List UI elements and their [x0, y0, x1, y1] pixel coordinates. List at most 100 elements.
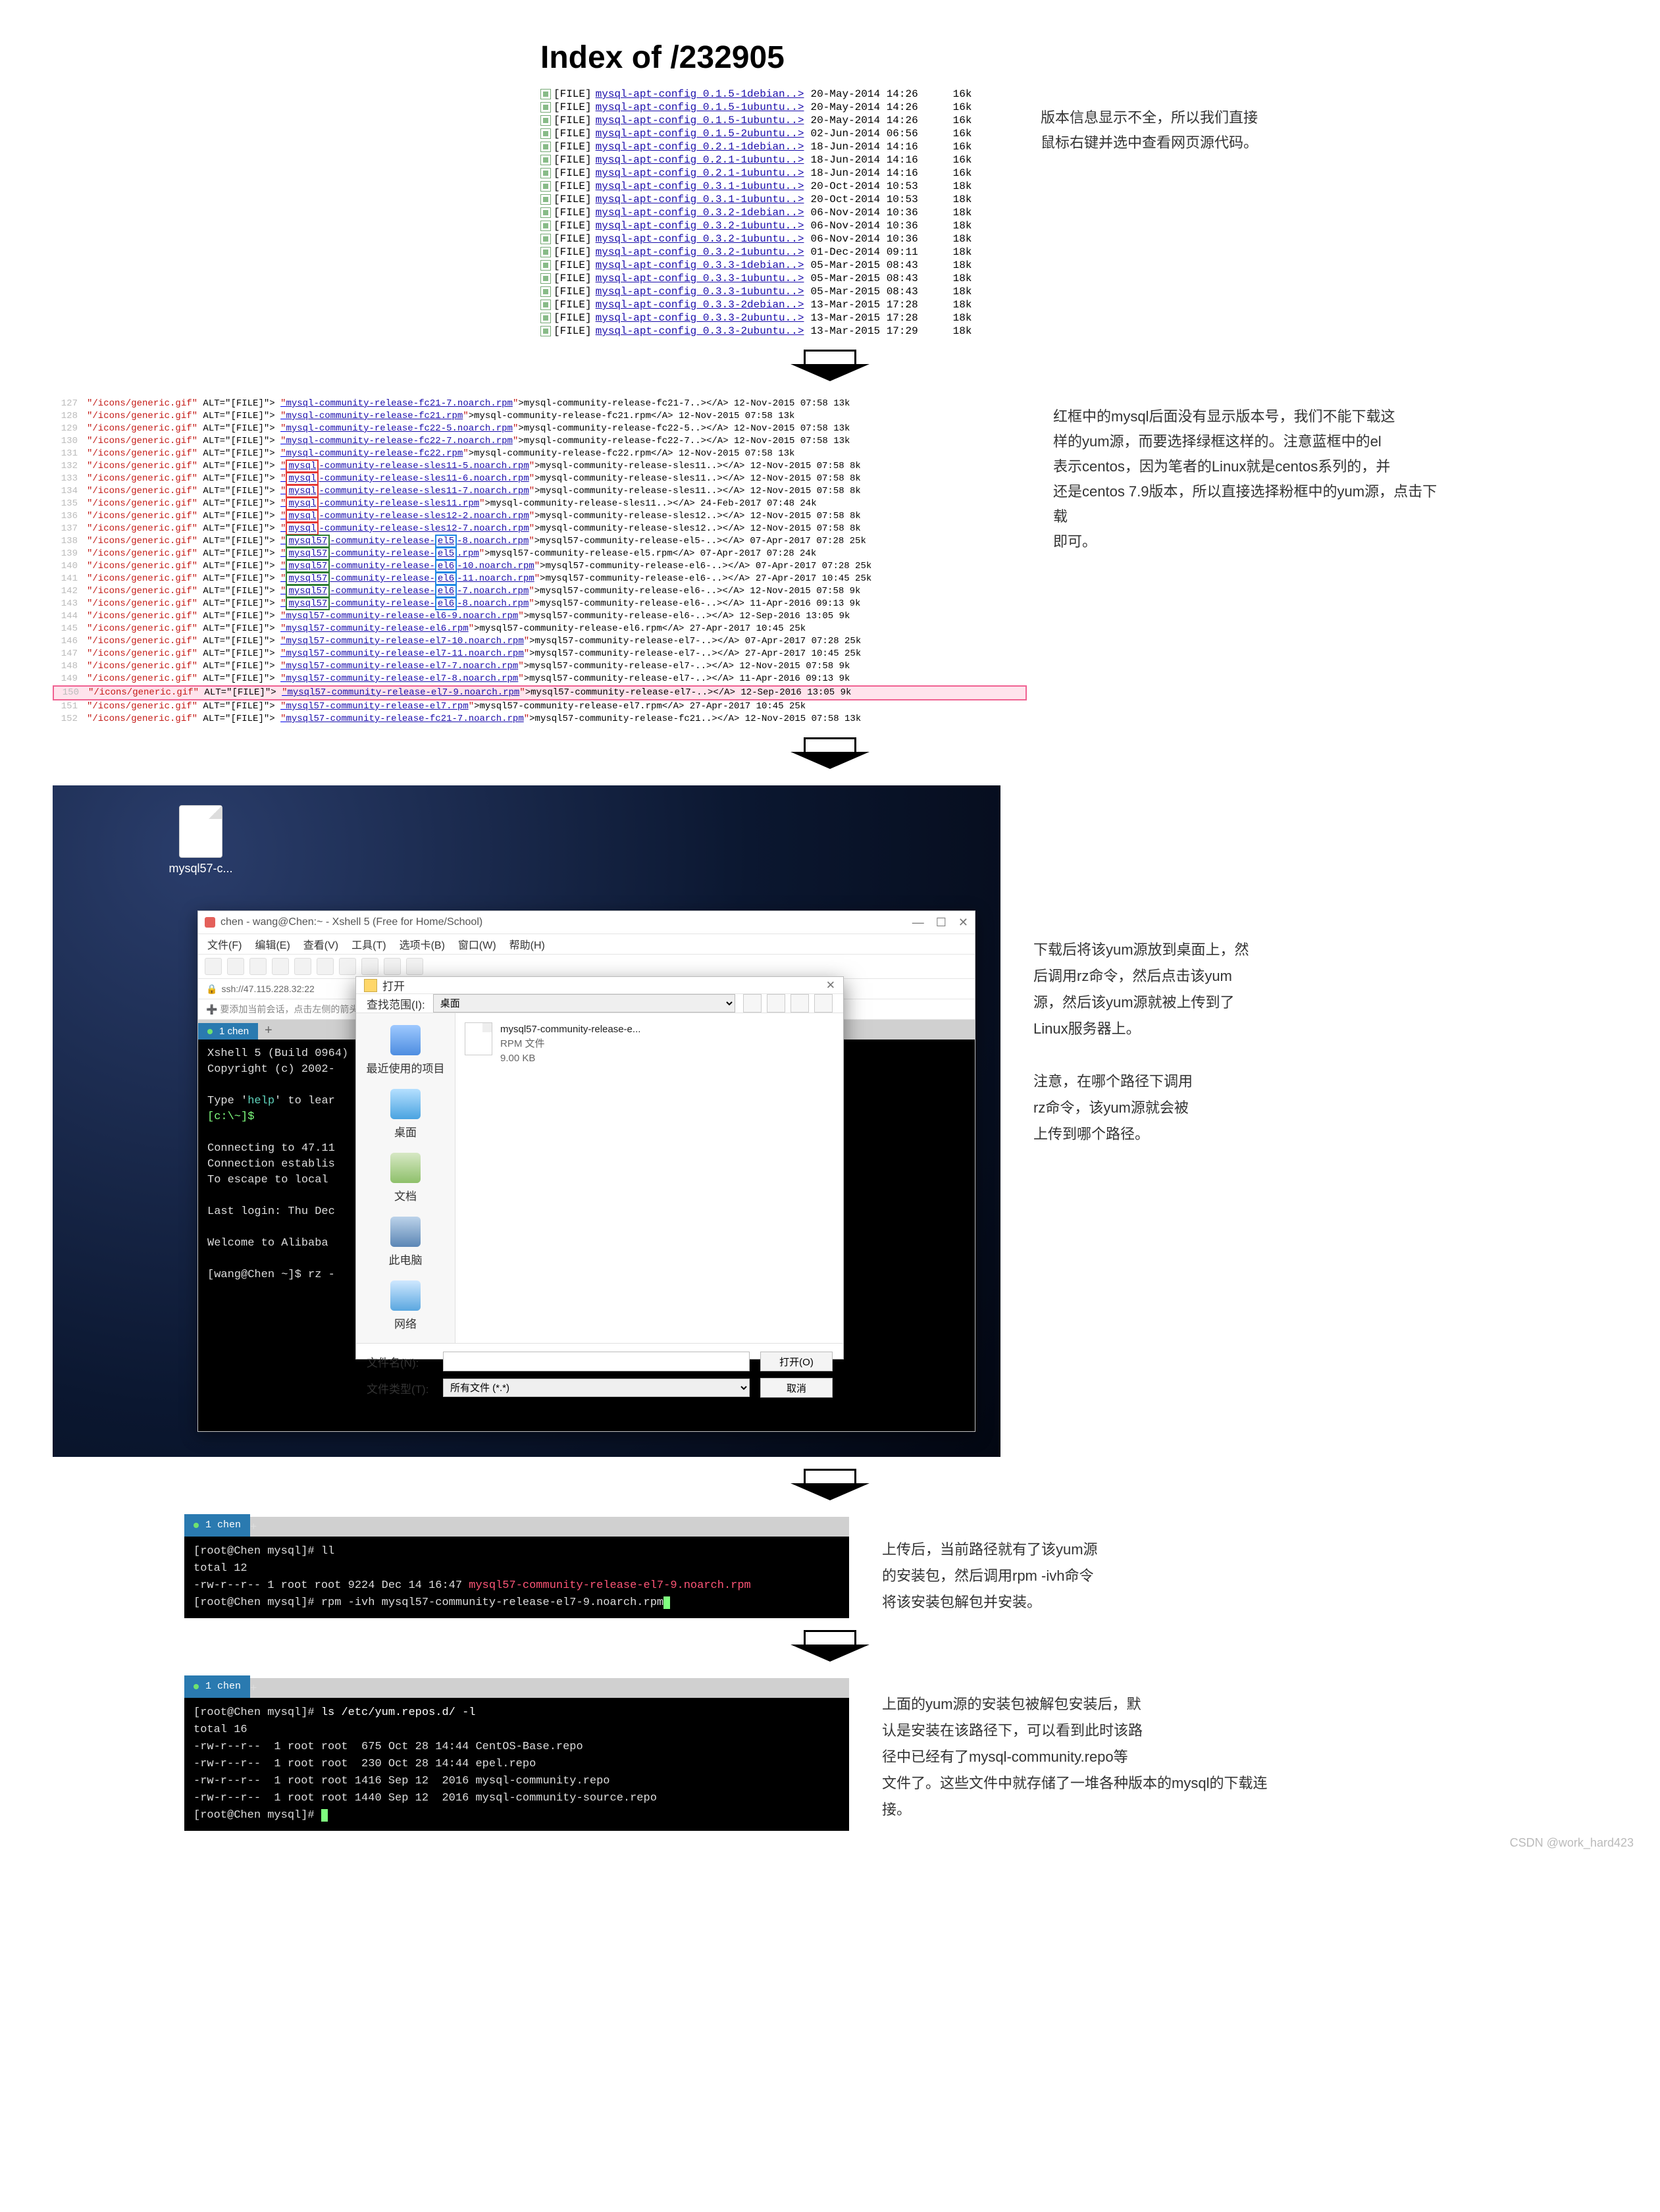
- source-link[interactable]: mysql-community-release-fc22.rpm: [286, 448, 463, 459]
- source-link[interactable]: mysql57-community-release-el7.rpm: [286, 701, 468, 712]
- add-tab-icon[interactable]: +: [258, 1022, 279, 1040]
- menu-item[interactable]: 查看(V): [303, 936, 338, 952]
- file-link[interactable]: mysql-apt-config_0.1.5-1ubuntu..>: [596, 101, 804, 114]
- toolbar-button[interactable]: [317, 958, 334, 975]
- source-link[interactable]: mysql57-community-release-el6-7.noarch.r…: [286, 585, 529, 598]
- file-link[interactable]: mysql-apt-config_0.2.1-1ubuntu..>: [596, 153, 804, 167]
- source-link[interactable]: mysql57-community-release-el6-10.noarch.…: [286, 560, 534, 573]
- session-tab[interactable]: 1 chen: [184, 1514, 250, 1537]
- filename-input[interactable]: [443, 1352, 750, 1371]
- add-tab-icon[interactable]: +: [250, 1519, 257, 1537]
- file-link[interactable]: mysql-apt-config_0.3.2-1ubuntu..>: [596, 232, 804, 246]
- maximize-icon[interactable]: ☐: [936, 916, 947, 930]
- close-icon[interactable]: ✕: [826, 979, 835, 992]
- places-item[interactable]: 文档: [356, 1146, 455, 1210]
- file-link[interactable]: mysql-apt-config_0.3.3-1ubuntu..>: [596, 272, 804, 285]
- source-link[interactable]: mysql-community-release-sles12-2.noarch.…: [286, 510, 529, 523]
- toolbar-button[interactable]: [272, 958, 289, 975]
- source-link[interactable]: mysql-community-release-fc21-7.noarch.rp…: [286, 398, 512, 409]
- note-section3: 下载后将该yum源放到桌面上，然后调用rz命令，然后点击该yum源，然后该yum…: [1033, 937, 1316, 1147]
- toolbar-button[interactable]: [361, 958, 378, 975]
- source-link[interactable]: mysql57-community-release-el7-9.noarch.r…: [287, 687, 519, 698]
- cancel-button[interactable]: 取消: [760, 1378, 833, 1398]
- add-tab-icon[interactable]: +: [250, 1681, 257, 1698]
- file-link[interactable]: mysql-apt-config_0.2.1-1debian..>: [596, 140, 804, 153]
- nav-up-icon[interactable]: [767, 994, 785, 1013]
- places-sidebar[interactable]: 最近使用的项目桌面文档此电脑网络: [356, 1013, 455, 1343]
- source-link[interactable]: mysql57-community-release-el6-9.noarch.r…: [286, 611, 518, 621]
- file-icon: [540, 142, 551, 152]
- nav-view-icon[interactable]: [814, 994, 833, 1013]
- file-size: 16k: [939, 167, 972, 180]
- menu-item[interactable]: 帮助(H): [509, 936, 545, 952]
- file-list[interactable]: mysql57-community-release-e... RPM 文件 9.…: [455, 1013, 843, 1343]
- source-link[interactable]: mysql-community-release-fc21.rpm: [286, 411, 463, 421]
- source-link[interactable]: mysql-community-release-fc22-5.noarch.rp…: [286, 423, 512, 434]
- source-link[interactable]: mysql57-community-release-el7-7.noarch.r…: [286, 661, 518, 672]
- source-link[interactable]: mysql57-community-release-el6.rpm: [286, 623, 468, 634]
- menu-item[interactable]: 窗口(W): [458, 936, 496, 952]
- file-link[interactable]: mysql-apt-config_0.3.3-1ubuntu..>: [596, 285, 804, 298]
- close-icon[interactable]: ✕: [958, 916, 968, 930]
- places-item[interactable]: 此电脑: [356, 1210, 455, 1274]
- lookin-label: 查找范围(I):: [367, 995, 425, 1012]
- nav-back-icon[interactable]: [743, 994, 762, 1013]
- source-link[interactable]: mysql-community-release-sles11.rpm: [286, 497, 479, 510]
- source-link[interactable]: mysql-community-release-sles11-5.noarch.…: [286, 460, 529, 473]
- source-link[interactable]: mysql-community-release-sles12-7.noarch.…: [286, 522, 529, 535]
- places-item[interactable]: 桌面: [356, 1082, 455, 1146]
- nav-new-icon[interactable]: [791, 994, 809, 1013]
- file-icon: [540, 168, 551, 178]
- file-link[interactable]: mysql-apt-config_0.3.3-2ubuntu..>: [596, 311, 804, 325]
- source-link[interactable]: mysql57-community-release-el7-11.noarch.…: [286, 648, 523, 659]
- places-item[interactable]: 网络: [356, 1274, 455, 1338]
- filetype-select[interactable]: 所有文件 (*.*): [443, 1379, 750, 1397]
- toolbar-button[interactable]: [406, 958, 423, 975]
- file-link[interactable]: mysql-apt-config_0.3.3-2debian..>: [596, 298, 804, 311]
- toolbar-button[interactable]: [249, 958, 267, 975]
- source-link[interactable]: mysql57-community-release-el5-8.noarch.r…: [286, 535, 529, 548]
- file-link[interactable]: mysql-apt-config_0.3.3-1debian..>: [596, 259, 804, 272]
- file-link[interactable]: mysql-apt-config_0.1.5-1ubuntu..>: [596, 114, 804, 127]
- file-link[interactable]: mysql-apt-config_0.3.1-1ubuntu..>: [596, 193, 804, 206]
- source-link[interactable]: mysql57-community-release-fc21-7.noarch.…: [286, 714, 523, 724]
- toolbar-button[interactable]: [205, 958, 222, 975]
- menu-item[interactable]: 编辑(E): [255, 936, 290, 952]
- file-link[interactable]: mysql-apt-config_0.3.2-1debian..>: [596, 206, 804, 219]
- lookin-select[interactable]: 桌面: [433, 994, 735, 1013]
- source-link[interactable]: mysql-community-release-sles11-7.noarch.…: [286, 485, 529, 498]
- file-tag: [FILE]: [554, 153, 592, 167]
- menu-item[interactable]: 选项卡(B): [400, 936, 445, 952]
- file-link[interactable]: mysql-apt-config_0.1.5-2ubuntu..>: [596, 127, 804, 140]
- file-icon: [540, 155, 551, 165]
- session-tab[interactable]: 1 chen: [198, 1023, 258, 1040]
- source-link[interactable]: mysql57-community-release-el5.rpm: [286, 547, 479, 560]
- source-link[interactable]: mysql57-community-release-el6-11.noarch.…: [286, 572, 534, 585]
- menu-item[interactable]: 工具(T): [351, 936, 386, 952]
- toolbar-button[interactable]: [294, 958, 311, 975]
- desktop-file-icon[interactable]: mysql57-c...: [165, 805, 237, 876]
- minimize-icon[interactable]: —: [912, 916, 924, 930]
- source-link[interactable]: mysql57-community-release-el7-8.noarch.r…: [286, 673, 518, 684]
- file-link[interactable]: mysql-apt-config_0.1.5-1debian..>: [596, 88, 804, 101]
- menu-bar[interactable]: 文件(F) 编辑(E) 查看(V) 工具(T) 选项卡(B) 窗口(W) 帮助(H): [198, 934, 975, 955]
- toolbar[interactable]: [198, 955, 975, 979]
- places-item[interactable]: 最近使用的项目: [356, 1018, 455, 1082]
- file-link[interactable]: mysql-apt-config_0.3.2-1ubuntu..>: [596, 219, 804, 232]
- file-link[interactable]: mysql-apt-config_0.3.1-1ubuntu..>: [596, 180, 804, 193]
- source-link[interactable]: mysql-community-release-sles11-6.noarch.…: [286, 472, 529, 485]
- toolbar-button[interactable]: [384, 958, 401, 975]
- open-button[interactable]: 打开(O): [760, 1352, 833, 1371]
- file-link[interactable]: mysql-apt-config_0.3.3-2ubuntu..>: [596, 325, 804, 338]
- source-link[interactable]: mysql57-community-release-el6-8.noarch.r…: [286, 597, 529, 610]
- session-tab[interactable]: 1 chen: [184, 1675, 250, 1698]
- list-item[interactable]: mysql57-community-release-e... RPM 文件 9.…: [465, 1022, 834, 1066]
- menu-item[interactable]: 文件(F): [207, 936, 242, 952]
- file-link[interactable]: mysql-apt-config_0.3.2-1ubuntu..>: [596, 246, 804, 259]
- status-dot-icon: [194, 1523, 199, 1528]
- toolbar-button[interactable]: [339, 958, 356, 975]
- file-link[interactable]: mysql-apt-config_0.2.1-1ubuntu..>: [596, 167, 804, 180]
- source-link[interactable]: mysql-community-release-fc22-7.noarch.rp…: [286, 436, 512, 446]
- toolbar-button[interactable]: [227, 958, 244, 975]
- source-link[interactable]: mysql57-community-release-el7-10.noarch.…: [286, 636, 523, 646]
